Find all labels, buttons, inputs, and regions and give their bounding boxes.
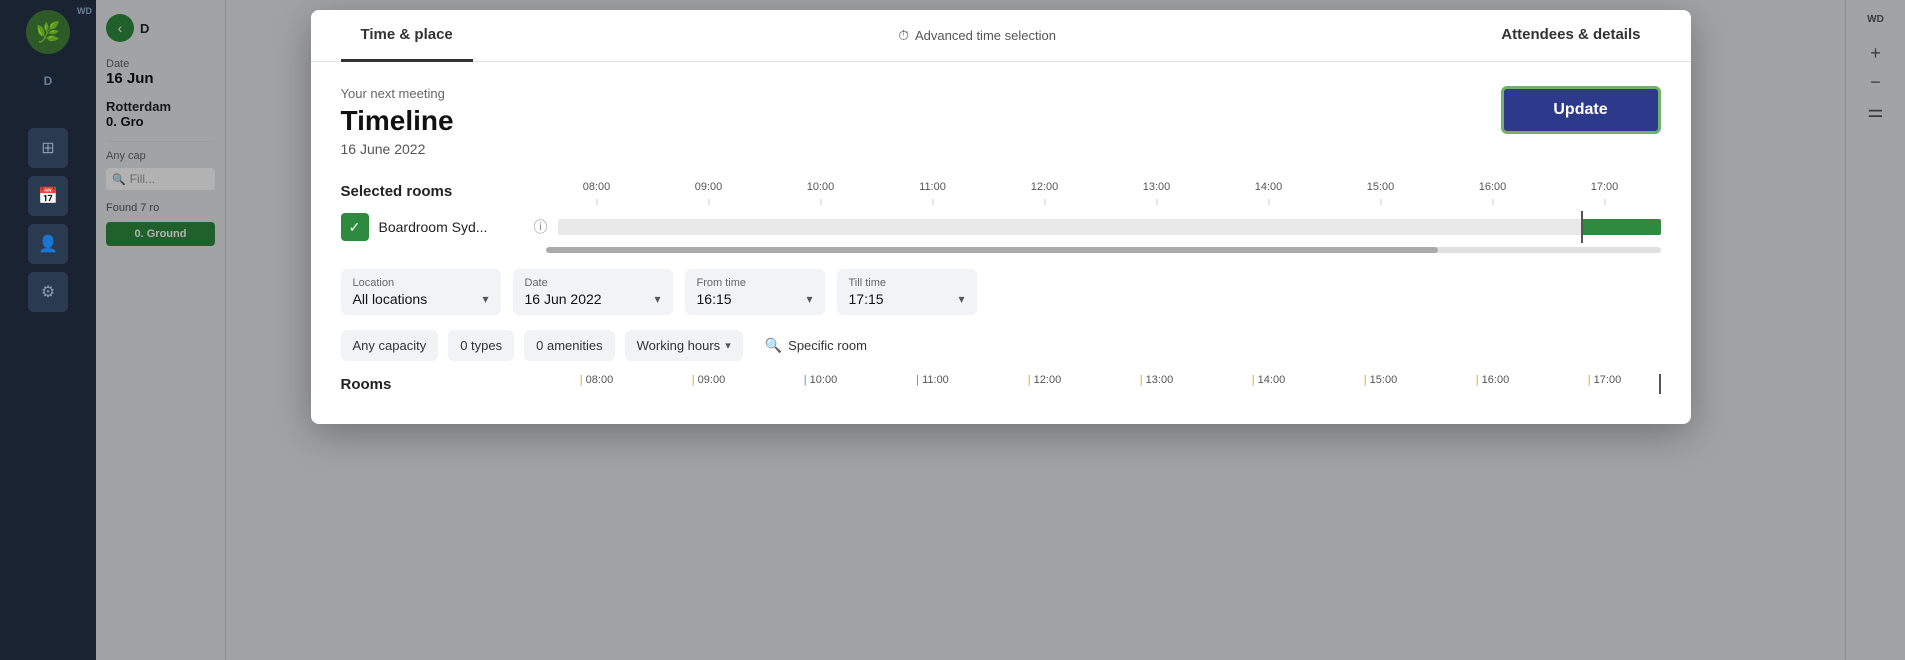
date-filter-label: Date [525,277,661,289]
hour-12: 12:00 [989,181,1101,201]
filter-row: Location All locations ▾ Date 16 Jun 202… [341,269,1661,315]
specific-room-label: Specific room [788,338,867,353]
capacity-label: Any capacity [353,338,427,353]
location-label: Location [353,277,489,289]
sidebar-initial: D [44,74,53,88]
hour-16: 16:00 [1437,181,1549,201]
from-time-label: From time [697,277,813,289]
hour-15: 15:00 [1325,181,1437,201]
till-time-filter[interactable]: Till time 17:15 ▾ [837,269,977,315]
tab-attendees[interactable]: Attendees & details [1481,10,1660,62]
rooms-hour-17: | 17:00 [1549,374,1661,394]
rooms-hour-12: | 12:00 [989,374,1101,394]
modal-title-row: Your next meeting Timeline 16 June 2022 … [341,86,1661,157]
modal-date: 16 June 2022 [341,141,454,157]
sidebar-nav-settings[interactable]: ⚙ [28,272,68,312]
specific-room-chip[interactable]: 🔍 Specific room [753,329,879,362]
timeline-hours: 08:00 09:00 10:00 11:00 12:00 13:00 14:0… [541,181,1661,201]
wd-label: WD [77,6,92,16]
sidebar-nav-calendar[interactable]: 📅 [28,176,68,216]
date-filter[interactable]: Date 16 Jun 2022 ▾ [513,269,673,315]
from-time-chevron-icon: ▾ [806,292,812,306]
location-value-row: All locations ▾ [353,291,489,307]
modal: Time & place ⏱ Advanced time selection A… [311,10,1691,424]
till-time-chevron-icon: ▾ [958,292,964,306]
room-name-boardroom: Boardroom Syd... [379,219,534,235]
hour-13: 13:00 [1101,181,1213,201]
hour-09: 09:00 [653,181,765,201]
room-timeline-bg [558,219,1661,235]
hour-08: 08:00 [541,181,653,201]
timeline-header: Selected rooms 08:00 09:00 10:00 11:00 1… [341,181,1661,201]
filter-chips-row: Any capacity 0 types 0 amenities Working… [341,329,1661,362]
selected-rooms-label: Selected rooms [341,183,541,200]
modal-title: Timeline [341,105,454,137]
sidebar: 🌿 D ⊞ 📅 👤 ⚙ WD [0,0,96,660]
working-hours-chevron-icon: ▾ [725,339,731,352]
room-booking-block [1581,219,1661,235]
timeline-cursor-line [1581,211,1583,243]
location-filter[interactable]: Location All locations ▾ [341,269,501,315]
rooms-hours: | 08:00 | 09:00 | 10:00 | 11:00 | 12:00 [541,374,1661,394]
hour-11: 11:00 [877,181,989,201]
room-row-boardroom: ✓ Boardroom Syd... ⓘ [341,211,1661,243]
hour-17: 17:00 [1549,181,1661,201]
modal-overlay: Time & place ⏱ Advanced time selection A… [96,0,1905,660]
amenities-label: 0 amenities [536,338,602,353]
rooms-timeline-header: Rooms | 08:00 | 09:00 | 10:00 | 11:00 [341,374,1661,394]
types-label: 0 types [460,338,502,353]
till-time-value: 17:15 [849,291,884,307]
types-chip[interactable]: 0 types [448,330,514,361]
rooms-section: Rooms | 08:00 | 09:00 | 10:00 | 11:00 [341,374,1661,394]
rooms-hour-14: | 14:00 [1213,374,1325,394]
tab-time-place[interactable]: Time & place [341,10,473,62]
capacity-chip[interactable]: Any capacity [341,330,439,361]
room-info-icon[interactable]: ⓘ [534,217,548,237]
update-button[interactable]: Update [1501,86,1661,134]
sidebar-nav-people[interactable]: 👤 [28,224,68,264]
tab-advanced-time[interactable]: ⏱ Advanced time selection [473,27,1482,44]
date-value: 16 Jun 2022 [525,291,602,307]
from-time-filter[interactable]: From time 16:15 ▾ [685,269,825,315]
rooms-label: Rooms [341,376,541,393]
amenities-chip[interactable]: 0 amenities [524,330,614,361]
rooms-cursor-line [1659,374,1661,394]
room-check-boardroom[interactable]: ✓ [341,213,369,241]
from-time-value-row: 16:15 ▾ [697,291,813,307]
rooms-hour-13: | 13:00 [1101,374,1213,394]
timeline-scrollbar[interactable] [546,247,1661,253]
search-icon: 🔍 [765,337,782,354]
room-timeline-container [558,211,1661,243]
date-chevron-icon: ▾ [654,292,660,306]
location-chevron-icon: ▾ [482,292,488,306]
modal-main-content: Your next meeting Timeline 16 June 2022 … [311,62,1691,424]
sidebar-nav-grid[interactable]: ⊞ [28,128,68,168]
rooms-hour-15: | 15:00 [1325,374,1437,394]
hour-14: 14:00 [1213,181,1325,201]
rooms-hour-11: | 11:00 [877,374,989,394]
sidebar-logo[interactable]: 🌿 [26,10,70,54]
modal-tabs: Time & place ⏱ Advanced time selection A… [311,10,1691,62]
till-time-label: Till time [849,277,965,289]
working-hours-label: Working hours [637,338,721,353]
modal-subtitle: Your next meeting [341,86,454,101]
rooms-hour-16: | 16:00 [1437,374,1549,394]
rooms-hour-09: | 09:00 [653,374,765,394]
selected-rooms-section: Selected rooms 08:00 09:00 10:00 11:00 1… [341,181,1661,253]
date-value-row: 16 Jun 2022 ▾ [525,291,661,307]
rooms-hour-08: | 08:00 [541,374,653,394]
location-value: All locations [353,291,428,307]
till-time-value-row: 17:15 ▾ [849,291,965,307]
rooms-hour-10: | 10:00 [765,374,877,394]
hour-10: 10:00 [765,181,877,201]
modal-title-block: Your next meeting Timeline 16 June 2022 [341,86,454,157]
working-hours-chip[interactable]: Working hours ▾ [625,330,743,361]
timeline-scrollbar-thumb [546,247,1438,253]
from-time-value: 16:15 [697,291,732,307]
